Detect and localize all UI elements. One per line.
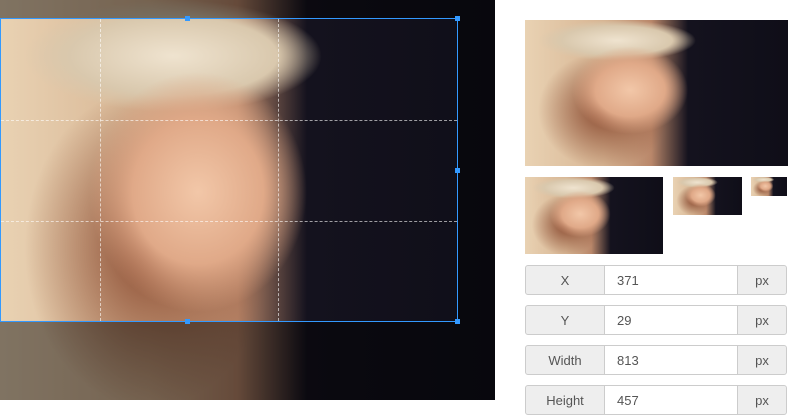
resize-handle-n[interactable]	[185, 16, 190, 21]
preview-image	[673, 177, 742, 215]
input-group-x: X 371 px	[525, 265, 787, 295]
input-group-y: Y 29 px	[525, 305, 787, 335]
y-input[interactable]: 29	[605, 305, 737, 335]
crop-guide-line	[278, 19, 279, 321]
x-input[interactable]: 371	[605, 265, 737, 295]
preview-medium	[525, 177, 663, 254]
preview-xsmall	[751, 177, 787, 196]
cropper-canvas[interactable]	[0, 0, 495, 400]
resize-handle-e[interactable]	[455, 168, 460, 173]
preview-small	[673, 177, 742, 215]
height-unit: px	[737, 385, 787, 415]
resize-handle-ne[interactable]	[455, 16, 460, 21]
width-label: Width	[525, 345, 605, 375]
height-label: Height	[525, 385, 605, 415]
width-input[interactable]: 813	[605, 345, 737, 375]
resize-handle-se[interactable]	[455, 319, 460, 324]
resize-handle-s[interactable]	[185, 319, 190, 324]
height-input[interactable]: 457	[605, 385, 737, 415]
preview-image	[525, 20, 788, 166]
input-group-width: Width 813 px	[525, 345, 787, 375]
x-label: X	[525, 265, 605, 295]
crop-guide-line	[1, 221, 457, 222]
crop-box[interactable]	[0, 16, 460, 324]
preview-image	[751, 177, 787, 196]
crop-guide-line	[1, 120, 457, 121]
preview-large	[525, 20, 788, 166]
input-group-height: Height 457 px	[525, 385, 787, 415]
width-unit: px	[737, 345, 787, 375]
x-unit: px	[737, 265, 787, 295]
y-label: Y	[525, 305, 605, 335]
crop-guide-line	[100, 19, 101, 321]
y-unit: px	[737, 305, 787, 335]
preview-image	[525, 177, 663, 254]
